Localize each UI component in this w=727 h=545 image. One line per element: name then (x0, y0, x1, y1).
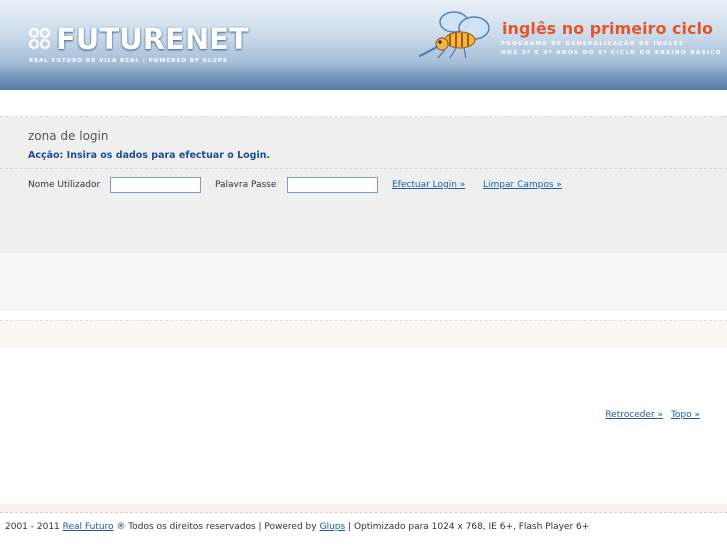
program-subtitle-2: nos 3º e 4º anos do 1º ciclo do ensino b… (501, 50, 722, 56)
site-header: FUTURENET Real Futuro de Vila Real | Pow… (0, 0, 727, 90)
login-action-message: Acção: Insira os dados para efectuar o L… (28, 150, 270, 161)
password-label: Palavra Passe (215, 180, 277, 190)
glups-link[interactable]: Glups (320, 522, 346, 532)
footer-powered: Powered by (264, 522, 317, 532)
content-band-light (0, 320, 727, 348)
login-zone-title: zona de login (28, 129, 109, 143)
content-band (0, 253, 727, 311)
site-logo[interactable]: FUTURENET (56, 22, 249, 56)
footer-optimized: | Optimizado para 1024 x 768, IE 6+, Fla… (348, 522, 590, 532)
tagline-b: Powered by Glups (148, 58, 228, 64)
clear-fields-link[interactable]: Limpar Campos » (483, 180, 562, 190)
footer-divider (0, 512, 727, 513)
tagline-a: Real Futuro de Vila Real (29, 58, 140, 64)
content-spacer (0, 311, 727, 320)
header-shade (0, 62, 727, 90)
header-spacer (0, 90, 727, 117)
tagline-separator: | (142, 58, 146, 64)
logo-tagline: Real Futuro de Vila Real | Powered by Gl… (29, 58, 228, 64)
back-link[interactable]: Retroceder » (605, 410, 663, 420)
login-zone: zona de login Acção: Insira os dados par… (0, 117, 727, 253)
program-subtitle-1: programa de generalização de inglês (501, 41, 685, 47)
action-text: Insira os dados para efectuar o Login. (66, 150, 271, 161)
footer-years: 2001 - 2011 (5, 522, 60, 532)
divider (0, 168, 727, 169)
login-submit-link[interactable]: Efectuar Login » (392, 180, 465, 190)
company-link[interactable]: Real Futuro (63, 522, 114, 532)
footer-rights: ® Todos os direitos reservados | (116, 522, 262, 532)
futurenet-logo-icon[interactable] (28, 27, 52, 51)
action-label: Acção: (28, 150, 64, 161)
top-link[interactable]: Topo » (671, 410, 700, 420)
username-label: Nome Utilizador (28, 180, 101, 190)
password-input[interactable] (287, 177, 378, 193)
mosquito-mascot-icon (419, 11, 490, 59)
footer-band (0, 504, 727, 512)
site-footer: 2001 - 2011 Real Futuro ® Todos os direi… (5, 522, 589, 532)
program-title: inglês no primeiro ciclo (502, 19, 713, 38)
page-nav-links: Retroceder » Topo » (600, 410, 700, 420)
username-input[interactable] (110, 177, 201, 193)
